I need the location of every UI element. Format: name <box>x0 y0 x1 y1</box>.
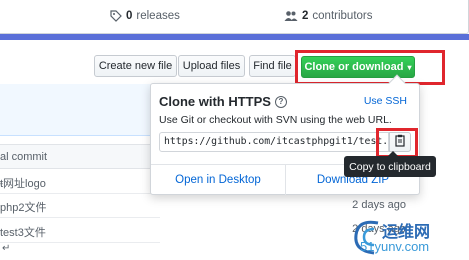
file-age: 2 days ago <box>352 199 406 211</box>
commit-message: php2文件 <box>0 202 47 214</box>
copy-tooltip: Copy to clipboard <box>344 151 436 177</box>
repo-stats-bar: 0 releases 2 contributors <box>0 0 469 34</box>
open-in-desktop-link[interactable]: Open in Desktop <box>151 174 285 186</box>
contributors-label: contributors <box>312 10 373 22</box>
file-row[interactable]: test3文件 <box>0 219 160 243</box>
contributors-link[interactable]: 2 contributors <box>284 10 373 22</box>
contributors-count: 2 <box>302 10 309 22</box>
file-row[interactable]: php2文件 <box>0 194 160 218</box>
clone-url-input[interactable]: https://github.com/itcastphpgit1/test.gi… <box>159 132 389 152</box>
annotation-highlight-clone <box>295 50 445 85</box>
popover-title: Clone with HTTPS ? <box>159 94 287 109</box>
releases-link[interactable]: 0 releases <box>110 10 180 22</box>
create-new-file-button[interactable]: Create new file <box>94 55 177 77</box>
popover-description: Use Git or checkout with SVN using the w… <box>159 114 392 126</box>
question-icon[interactable]: ? <box>274 95 287 108</box>
releases-label: releases <box>136 10 180 22</box>
tag-icon <box>110 10 122 22</box>
upload-files-button[interactable]: Upload files <box>178 55 245 77</box>
popover-title-text: Clone with HTTPS <box>159 94 271 109</box>
latest-commit-bar <box>0 84 160 136</box>
commit-message: ŧ网址logo <box>0 178 46 190</box>
commit-message: test3文件 <box>0 227 46 239</box>
file-row[interactable]: ŧ网址logo <box>0 170 160 194</box>
people-icon <box>284 10 298 22</box>
file-list: al commit ŧ网址logo php2文件 test3文件 <box>0 84 160 260</box>
releases-count: 0 <box>126 10 133 22</box>
find-file-button[interactable]: Find file <box>249 55 296 77</box>
site-watermark: 运维网 51yunv.com <box>348 215 469 260</box>
language-bar <box>0 34 469 40</box>
use-ssh-link[interactable]: Use SSH <box>364 95 407 107</box>
return-mark-icon: ↵ <box>2 243 11 254</box>
file-list-header: al commit <box>0 144 160 169</box>
watermark-en-text: 51yunv.com <box>360 239 430 254</box>
